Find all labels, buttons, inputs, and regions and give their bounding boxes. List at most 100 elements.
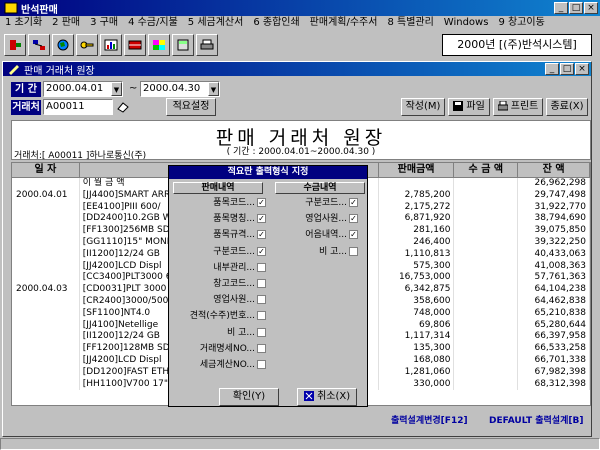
menu-sales[interactable]: 2 판매 <box>47 16 85 30</box>
option-label: 영업사원... <box>305 214 347 225</box>
summary-format-dialog: 적요란 출력형식 지정 판매내역 수금내역 품목코드... ✓ 품목명칭... ✓ 품목… <box>168 165 368 407</box>
print-button[interactable]: 프린트 <box>493 98 543 116</box>
option-item[interactable]: 비 고... <box>171 327 266 339</box>
exit-button[interactable]: 종료(X) <box>546 98 588 116</box>
key-icon <box>80 41 94 49</box>
cell-date <box>12 343 80 355</box>
cell-paid <box>454 225 519 237</box>
menu-collect-pay[interactable]: 4 수금/지불 <box>123 16 183 30</box>
cell-sale: 6,871,920 <box>379 213 455 226</box>
date-from-select[interactable]: 2000.04.01 ▼ <box>43 81 123 97</box>
cancel-icon <box>303 391 314 401</box>
cell-date <box>12 178 80 190</box>
summary-settings-button[interactable]: 적요설정 <box>166 98 216 116</box>
cancel-button[interactable]: 취소(X) <box>297 388 357 406</box>
option-item[interactable]: 거래명세NO... <box>171 343 266 355</box>
child-close-button[interactable]: × <box>575 63 589 75</box>
menu-special[interactable]: 8 특별관리 <box>382 16 438 30</box>
menu-tax-invoice[interactable]: 5 세금계산서 <box>183 16 249 30</box>
option-checkbox[interactable]: ✓ <box>349 198 358 207</box>
create-button[interactable]: 작성(M) <box>401 98 445 116</box>
option-checkbox[interactable]: ✓ <box>257 198 266 207</box>
option-checkbox[interactable]: ✓ <box>349 230 358 240</box>
minimize-button[interactable]: _ <box>554 2 568 14</box>
print-button-label: 프린트 <box>510 101 539 112</box>
option-checkbox[interactable] <box>257 295 266 305</box>
option-checkbox[interactable]: ✓ <box>257 230 266 240</box>
calculator-tool[interactable] <box>172 34 194 56</box>
option-checkbox[interactable] <box>257 327 266 337</box>
menu-windows[interactable]: Windows <box>439 16 494 30</box>
cell-balance: 64,462,838 <box>518 295 590 308</box>
close-button[interactable]: × <box>584 2 598 14</box>
option-item[interactable]: 영업사원... ✓ <box>273 213 358 225</box>
option-item[interactable]: 구분코드... ✓ <box>273 197 358 209</box>
puzzle-tool[interactable] <box>148 34 170 56</box>
cancel-button-label: 취소(X) <box>317 391 351 402</box>
option-item[interactable]: 품목명칭... ✓ <box>171 213 266 225</box>
option-checkbox[interactable] <box>257 279 266 288</box>
eraser-icon[interactable] <box>116 101 130 113</box>
option-item[interactable]: 견적(수주)번호... <box>171 310 266 322</box>
menu-sales-plan[interactable]: 판매계획/수주서 <box>305 16 383 30</box>
ok-button[interactable]: 확인(Y) <box>219 388 279 406</box>
app-titlebar: 반석판매 _ □ × <box>0 0 600 16</box>
option-item[interactable]: 어음내역... ✓ <box>273 229 358 241</box>
option-label: 품목명칭... <box>213 214 255 225</box>
cell-date <box>12 319 80 332</box>
cell-paid <box>454 378 519 391</box>
option-checkbox[interactable] <box>257 343 266 353</box>
chart-tool[interactable] <box>100 34 122 56</box>
cell-date: 2000.04.03 <box>12 284 80 296</box>
option-checkbox[interactable]: ✓ <box>257 214 266 224</box>
cell-balance: 38,794,690 <box>518 213 590 226</box>
option-item[interactable]: 구분코드... ✓ <box>171 246 266 258</box>
menu-print[interactable]: 6 종합인쇄 <box>248 16 304 30</box>
customer-label: 거래처 <box>11 100 41 115</box>
option-label: 영업사원... <box>213 295 255 306</box>
option-checkbox[interactable] <box>257 262 266 272</box>
floppy-icon <box>453 101 464 111</box>
date-to-select[interactable]: 2000.04.30 ▼ <box>140 81 220 97</box>
exit-tool[interactable] <box>4 34 26 56</box>
cell-sale: 281,160 <box>379 225 455 237</box>
cell-balance: 66,701,338 <box>518 354 590 367</box>
option-item[interactable]: 품목규격... ✓ <box>171 229 266 241</box>
cell-paid <box>454 366 519 379</box>
option-checkbox[interactable]: ✓ <box>257 246 266 256</box>
file-button[interactable]: 파일 <box>448 98 490 116</box>
option-item[interactable]: 비 고... <box>273 246 358 258</box>
customer-code-input[interactable]: A00011 <box>43 99 113 115</box>
cell-date: 2000.04.01 <box>12 189 80 202</box>
chevron-down-icon[interactable]: ▼ <box>111 82 122 96</box>
option-item[interactable]: 세금계산NO... <box>171 359 266 371</box>
cell-sale: 575,300 <box>379 260 455 273</box>
option-checkbox[interactable] <box>257 311 266 321</box>
layout-change-link[interactable]: 출력설계변경[F12] <box>391 413 468 426</box>
cell-date <box>12 248 80 261</box>
key-tool[interactable] <box>76 34 98 56</box>
maximize-button[interactable]: □ <box>569 2 583 14</box>
option-checkbox[interactable]: ✓ <box>349 214 358 224</box>
option-label: 세금계산NO... <box>199 360 255 370</box>
option-item[interactable]: 내부관리... <box>171 262 266 274</box>
globe-tool[interactable] <box>52 34 74 56</box>
menu-warehouse[interactable]: 9 창고이동 <box>493 16 549 30</box>
option-item[interactable]: 영업사원... <box>171 294 266 306</box>
menu-init[interactable]: 1 초기화 <box>0 16 47 30</box>
chevron-down-icon[interactable]: ▼ <box>208 82 219 96</box>
default-layout-link[interactable]: DEFAULT 출력설계[B] <box>489 413 583 426</box>
option-checkbox[interactable] <box>257 360 266 369</box>
cell-balance: 31,922,770 <box>518 201 590 214</box>
cell-date <box>12 307 80 320</box>
child-maximize-button[interactable]: □ <box>560 63 574 75</box>
network-tool[interactable] <box>28 34 50 56</box>
register-tool[interactable] <box>124 34 146 56</box>
option-item[interactable]: 창고코드... <box>171 278 266 290</box>
menu-purchase[interactable]: 3 구매 <box>85 16 123 30</box>
child-minimize-button[interactable]: _ <box>545 63 559 75</box>
option-item[interactable]: 품목코드... ✓ <box>171 197 266 209</box>
date-to-value: 2000.04.30 <box>143 83 201 94</box>
printer-tool[interactable] <box>196 34 218 56</box>
option-checkbox[interactable] <box>349 246 358 256</box>
